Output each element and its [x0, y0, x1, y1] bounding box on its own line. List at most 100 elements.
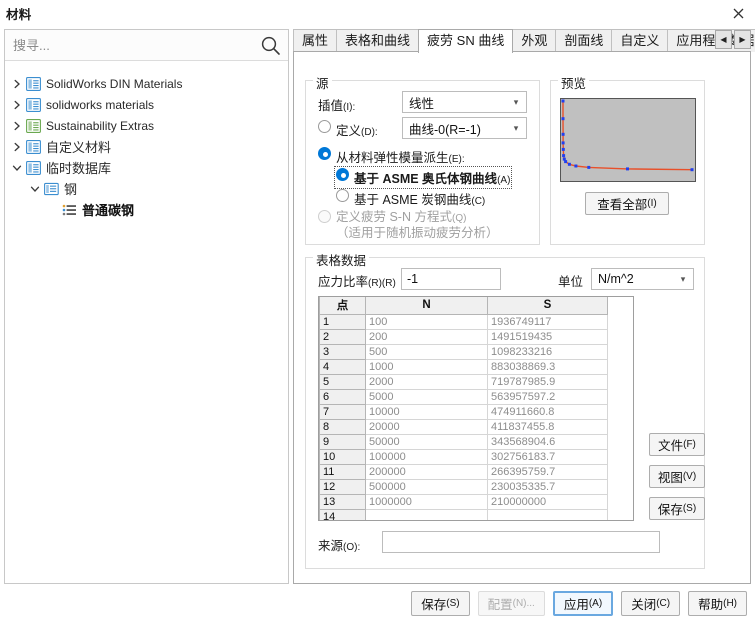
table-row[interactable]: 820000411837455.8: [320, 419, 634, 434]
tab-4[interactable]: 剖面线: [555, 29, 612, 52]
derive-radio[interactable]: [318, 147, 331, 160]
cell-n[interactable]: 200000: [366, 464, 488, 479]
tree-item-4[interactable]: 临时数据库: [5, 157, 288, 178]
define-radio-row[interactable]: 定义(D):: [318, 120, 378, 139]
tab-5[interactable]: 自定义: [611, 29, 668, 52]
table-row[interactable]: 35001098233216: [320, 344, 634, 359]
cell-s[interactable]: 266395759.7: [488, 464, 608, 479]
table-row[interactable]: 22001491519435: [320, 329, 634, 344]
define-radio[interactable]: [318, 120, 331, 133]
table-row[interactable]: 131000000210000000: [320, 494, 634, 509]
cell-s[interactable]: 411837455.8: [488, 419, 608, 434]
view-button[interactable]: 视图(V): [649, 465, 705, 488]
cell-s[interactable]: 210000000: [488, 494, 608, 509]
cell-n[interactable]: 20000: [366, 419, 488, 434]
asme-carbon-radio-row[interactable]: 基于 ASME 炭钢曲线(C): [336, 189, 485, 208]
tree-item-1[interactable]: solidworks materials: [5, 94, 288, 115]
cell-s[interactable]: 1098233216: [488, 344, 608, 359]
table-row[interactable]: 12500000230035335.7: [320, 479, 634, 494]
row-header-cell[interactable]: 11: [320, 464, 366, 479]
tab-2[interactable]: 疲劳 SN 曲线: [418, 29, 513, 53]
cell-n[interactable]: [366, 509, 488, 521]
sn-data-grid[interactable]: 点 N S 1100193674911722001491519435350010…: [318, 296, 634, 521]
chevron-down-icon[interactable]: [27, 181, 43, 197]
row-header-cell[interactable]: 7: [320, 404, 366, 419]
table-row[interactable]: 52000719787985.9: [320, 374, 634, 389]
tab-0[interactable]: 属性: [293, 29, 337, 52]
asme-carbon-radio[interactable]: [336, 189, 349, 202]
cell-n[interactable]: 1000000: [366, 494, 488, 509]
cell-n[interactable]: 100000: [366, 449, 488, 464]
table-row[interactable]: 11200000266395759.7: [320, 464, 634, 479]
cell-n[interactable]: 100: [366, 314, 488, 329]
cell-s[interactable]: 563957597.2: [488, 389, 608, 404]
tab-1[interactable]: 表格和曲线: [336, 29, 419, 52]
close-button[interactable]: 关闭(C): [621, 591, 680, 616]
stress-ratio-input[interactable]: -1: [401, 268, 501, 290]
column-header-s[interactable]: S: [488, 297, 608, 314]
tab-3[interactable]: 外观: [512, 29, 556, 52]
cell-n[interactable]: 500000: [366, 479, 488, 494]
row-header-cell[interactable]: 5: [320, 374, 366, 389]
row-header-cell[interactable]: 6: [320, 389, 366, 404]
table-row[interactable]: 10100000302756183.7: [320, 449, 634, 464]
column-header-n[interactable]: N: [366, 297, 488, 314]
table-row[interactable]: 710000474911660.8: [320, 404, 634, 419]
save-button[interactable]: 保存(S): [411, 591, 469, 616]
search-input[interactable]: [11, 35, 259, 56]
row-header-cell[interactable]: 10: [320, 449, 366, 464]
row-header-cell[interactable]: 9: [320, 434, 366, 449]
tree-item-3[interactable]: 自定义材料: [5, 136, 288, 157]
origin-input[interactable]: [382, 531, 660, 553]
tree-item-0[interactable]: SolidWorks DIN Materials: [5, 73, 288, 94]
cell-n[interactable]: 200: [366, 329, 488, 344]
sn-curve-preview-chart[interactable]: [560, 98, 696, 182]
chevron-down-icon[interactable]: [9, 160, 25, 176]
cell-s[interactable]: 1491519435: [488, 329, 608, 344]
save-table-button[interactable]: 保存(S): [649, 497, 705, 520]
table-row[interactable]: 950000343568904.6: [320, 434, 634, 449]
cell-s[interactable]: 474911660.8: [488, 404, 608, 419]
cell-s[interactable]: 302756183.7: [488, 449, 608, 464]
row-header-cell[interactable]: 14: [320, 509, 366, 521]
cell-s[interactable]: 343568904.6: [488, 434, 608, 449]
cell-s[interactable]: 230035335.7: [488, 479, 608, 494]
table-row[interactable]: 11001936749117: [320, 314, 634, 329]
column-header-point[interactable]: 点: [320, 297, 366, 314]
asme-austenitic-radio[interactable]: [336, 168, 349, 181]
tree-item-5[interactable]: 钢: [5, 178, 288, 199]
cell-s[interactable]: 1936749117: [488, 314, 608, 329]
cell-n[interactable]: 500: [366, 344, 488, 359]
row-header-cell[interactable]: 1: [320, 314, 366, 329]
define-curve-combobox[interactable]: 曲线-0(R=-1) ▾: [402, 117, 527, 139]
tree-item-6[interactable]: 普通碳钢: [5, 199, 288, 220]
chevron-right-icon[interactable]: [9, 118, 25, 134]
close-icon[interactable]: [725, 2, 751, 24]
help-button[interactable]: 帮助(H): [688, 591, 747, 616]
table-row[interactable]: 41000883038869.3: [320, 359, 634, 374]
row-header-cell[interactable]: 4: [320, 359, 366, 374]
row-header-cell[interactable]: 8: [320, 419, 366, 434]
table-row[interactable]: 65000563957597.2: [320, 389, 634, 404]
file-button[interactable]: 文件(F): [649, 433, 705, 456]
chevron-left-icon[interactable]: ◀: [715, 30, 732, 49]
row-header-cell[interactable]: 3: [320, 344, 366, 359]
cell-s[interactable]: 883038869.3: [488, 359, 608, 374]
cell-n[interactable]: 2000: [366, 374, 488, 389]
row-header-cell[interactable]: 13: [320, 494, 366, 509]
table-row[interactable]: 14: [320, 509, 634, 521]
row-header-cell[interactable]: 2: [320, 329, 366, 344]
chevron-right-icon[interactable]: [9, 76, 25, 92]
interpolation-combobox[interactable]: 线性 ▾: [402, 91, 527, 113]
chevron-right-icon[interactable]: [9, 97, 25, 113]
cell-n[interactable]: 50000: [366, 434, 488, 449]
cell-n[interactable]: 1000: [366, 359, 488, 374]
apply-button[interactable]: 应用(A): [553, 591, 613, 616]
derive-radio-row[interactable]: 从材料弹性模量派生(E):: [318, 147, 465, 166]
cell-s[interactable]: 719787985.9: [488, 374, 608, 389]
search-icon[interactable]: [260, 35, 281, 56]
cell-n[interactable]: 5000: [366, 389, 488, 404]
cell-n[interactable]: 10000: [366, 404, 488, 419]
units-combobox[interactable]: N/m^2 ▾: [591, 268, 694, 290]
chevron-right-icon[interactable]: ▶: [734, 30, 751, 49]
